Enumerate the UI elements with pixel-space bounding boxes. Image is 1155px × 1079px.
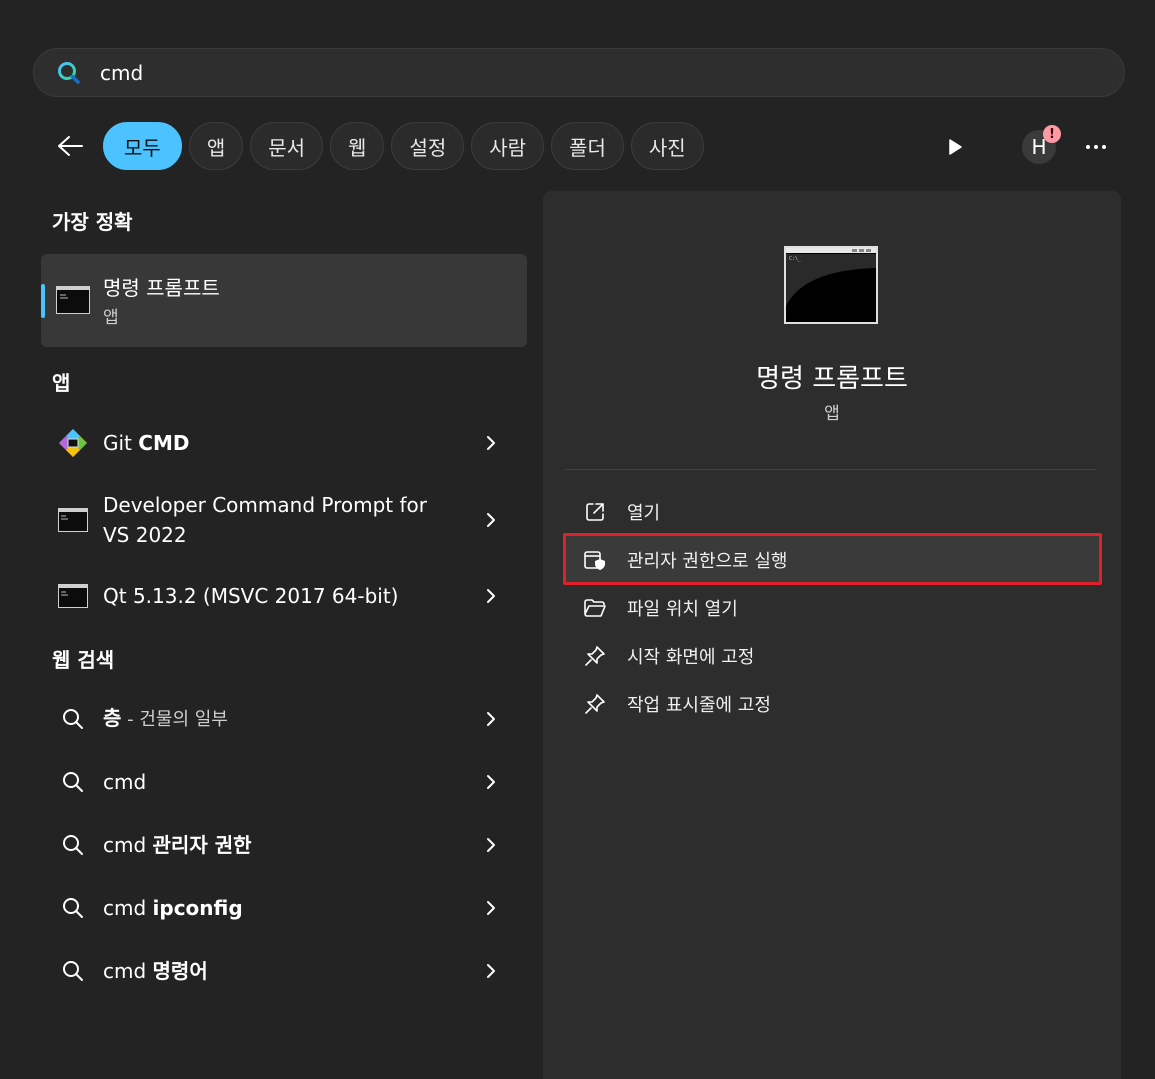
git-icon <box>57 427 89 459</box>
chevron-right-icon[interactable] <box>483 961 499 981</box>
app-item-developer-command-prompt[interactable]: Developer Command Prompt for VS 2022 <box>41 490 527 550</box>
action-pin-to-taskbar[interactable]: 작업 표시줄에 고정 <box>565 680 1101 728</box>
app-item-label-line2: VS 2022 <box>103 523 187 547</box>
search-input[interactable] <box>100 60 1000 85</box>
action-pin-to-start[interactable]: 시작 화면에 고정 <box>565 632 1101 680</box>
back-arrow-icon[interactable] <box>52 128 88 164</box>
chevron-right-icon[interactable] <box>483 835 499 855</box>
highlight-annotation-box <box>563 533 1102 585</box>
web-item-query: cmd <box>103 896 153 920</box>
console-prompt-text: C:\_ <box>789 256 802 262</box>
search-icon <box>57 766 89 798</box>
web-item-cmd-commands[interactable]: cmd 명령어 <box>41 952 527 990</box>
chevron-right-icon[interactable] <box>483 510 499 530</box>
filter-tabs: 모두 앱 문서 웹 설정 사람 폴더 사진 <box>103 122 704 170</box>
search-icon <box>57 703 89 735</box>
search-bar[interactable] <box>33 48 1125 97</box>
command-prompt-icon <box>57 580 89 612</box>
web-item-query-suggestion: 명령어 <box>152 959 208 983</box>
app-item-qt[interactable]: Qt 5.13.2 (MSVC 2017 64-bit) <box>41 577 527 615</box>
tab-documents[interactable]: 문서 <box>250 122 324 170</box>
chevron-right-icon[interactable] <box>483 433 499 453</box>
preview-app-name: 명령 프롬프트 <box>756 364 908 394</box>
best-match-type: 앱 <box>103 308 119 328</box>
app-item-label: Qt 5.13.2 (MSVC 2017 64-bit) <box>103 584 399 608</box>
web-search-heading: 웹 검색 <box>52 648 115 672</box>
action-label: 파일 위치 열기 <box>627 599 738 620</box>
tab-all[interactable]: 모두 <box>103 122 182 170</box>
tab-web[interactable]: 웹 <box>330 122 385 170</box>
tab-photos[interactable]: 사진 <box>630 122 704 170</box>
command-prompt-icon <box>56 286 90 318</box>
web-item-description: - 건물의 일부 <box>121 709 228 730</box>
open-external-icon <box>582 499 608 525</box>
tab-folders[interactable]: 폴더 <box>551 122 624 170</box>
web-item-query: cmd <box>103 959 153 983</box>
search-icon <box>57 892 89 924</box>
web-item-cmd[interactable]: cmd <box>41 763 527 801</box>
action-open[interactable]: 열기 <box>565 488 1101 536</box>
action-label: 열기 <box>627 503 661 524</box>
app-item-label-match: CMD <box>138 431 190 455</box>
search-icon <box>57 955 89 987</box>
notification-badge: ! <box>1043 125 1061 143</box>
chevron-right-icon[interactable] <box>483 772 499 792</box>
pin-icon <box>582 643 608 669</box>
folder-icon <box>582 595 608 621</box>
search-icon <box>57 829 89 861</box>
preview-app-type: 앱 <box>824 404 840 424</box>
selection-indicator <box>41 284 45 318</box>
web-item-query: cmd <box>103 770 147 794</box>
action-label: 작업 표시줄에 고정 <box>627 695 771 716</box>
play-icon[interactable] <box>940 132 970 162</box>
best-match-name: 명령 프롬프트 <box>103 276 220 300</box>
action-label: 시작 화면에 고정 <box>627 647 755 668</box>
more-options-icon[interactable] <box>1082 132 1110 162</box>
app-item-git-cmd[interactable]: Git CMD <box>41 424 527 462</box>
web-item-query-suggestion: ipconfig <box>152 896 243 920</box>
web-item-query-suggestion: 관리자 권한 <box>152 833 252 857</box>
web-item-cmd-ipconfig[interactable]: cmd ipconfig <box>41 889 527 927</box>
command-prompt-large-icon: C:\_ <box>784 246 878 328</box>
chevron-right-icon[interactable] <box>483 709 499 729</box>
tab-people[interactable]: 사람 <box>471 122 545 170</box>
chevron-right-icon[interactable] <box>483 586 499 606</box>
command-prompt-icon <box>57 504 89 536</box>
apps-heading: 앱 <box>52 371 71 395</box>
search-icon <box>56 60 82 86</box>
preview-pane: C:\_ 명령 프롬프트 앱 열기 관리자 권한으로 실행 파일 위치 열기 시… <box>543 191 1121 1079</box>
action-open-file-location[interactable]: 파일 위치 열기 <box>565 584 1101 632</box>
app-item-label: Git <box>103 431 139 455</box>
pin-icon <box>582 691 608 717</box>
web-item-query: 층 <box>103 706 122 730</box>
web-item-query: cmd <box>103 833 153 857</box>
web-item-floor[interactable]: 층 - 건물의 일부 <box>41 700 527 738</box>
app-item-label-line1: Developer Command Prompt for <box>103 493 427 517</box>
tab-settings[interactable]: 설정 <box>391 122 465 170</box>
best-match-heading: 가장 정확 <box>52 210 133 234</box>
chevron-right-icon[interactable] <box>483 898 499 918</box>
web-item-cmd-admin[interactable]: cmd 관리자 권한 <box>41 826 527 864</box>
tab-apps[interactable]: 앱 <box>188 122 244 170</box>
filter-row: 모두 앱 문서 웹 설정 사람 폴더 사진 H ! <box>0 120 1155 172</box>
divider <box>565 469 1097 470</box>
best-match-item[interactable]: 명령 프롬프트 앱 <box>41 254 527 347</box>
